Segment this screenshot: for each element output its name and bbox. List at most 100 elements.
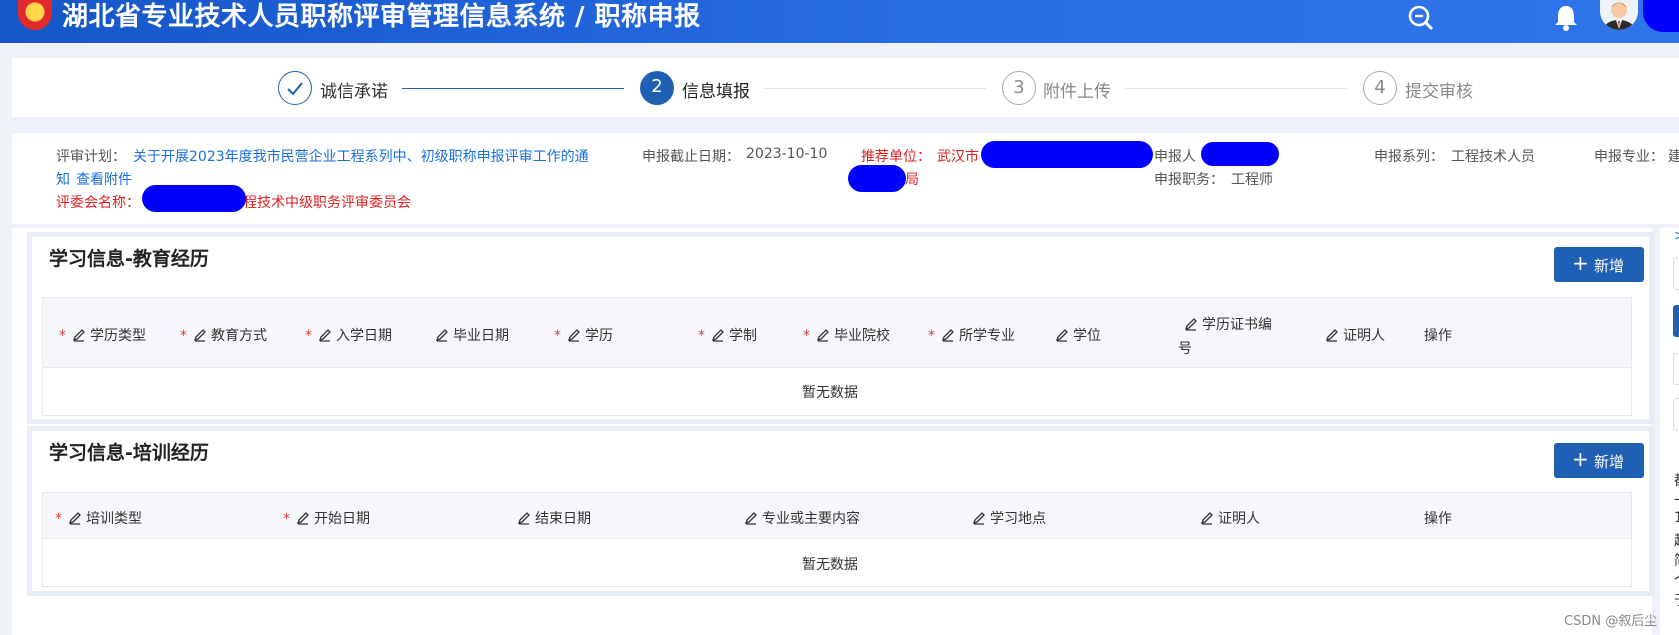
right-panel-text: 1 — [1674, 510, 1679, 526]
col-duration: * 学制 — [698, 328, 757, 344]
education-title: 学习信息-教育经历 — [49, 248, 209, 270]
edit-pen-icon — [816, 329, 829, 342]
edit-pen-icon — [318, 329, 331, 342]
right-panel-input[interactable] — [1673, 398, 1679, 430]
redacted-unit — [981, 141, 1153, 168]
plus-icon: + — [1572, 251, 1589, 275]
col-witness: 证明人 — [1194, 508, 1260, 528]
position-value: 工程师 — [1231, 172, 1273, 188]
committee-label: 评委会名称： — [56, 195, 140, 211]
view-attachment-link[interactable]: 查看附件 — [76, 169, 132, 189]
col-cert-no: 学历证书编 — [1178, 314, 1272, 334]
edit-pen-icon — [1055, 329, 1068, 342]
step-3-number: 3 — [1002, 71, 1036, 105]
col-degree: 学位 — [1049, 325, 1101, 345]
col-actions: 操作 — [1424, 511, 1452, 527]
application-info: 评审计划： 关于开展2023年度我市民营企业工程系列中、初级职称申报评审工作的通… — [12, 133, 1679, 224]
col-end-date: 结束日期 — [511, 508, 591, 528]
redacted-applicant — [1201, 142, 1279, 166]
redacted-unit-2 — [848, 165, 906, 192]
redacted-committee — [142, 185, 246, 212]
edit-pen-icon — [193, 329, 206, 342]
edit-pen-icon — [567, 329, 580, 342]
col-actions: 操作 — [1424, 328, 1452, 344]
step-4-label: 提交审核 — [1405, 82, 1473, 102]
education-table-header: * 学历类型 * 教育方式 * 入学日期 毕业日期 * 学历 * 学制 * 毕业院校 * 所学… — [42, 297, 1632, 368]
plan-label: 评审计划： — [56, 149, 126, 165]
edit-pen-icon — [68, 512, 81, 525]
right-side-panel: > 都 一 1 起 简 个 于 — [1660, 228, 1679, 635]
right-panel-text: 简 — [1674, 550, 1679, 570]
edit-pen-icon — [1184, 318, 1197, 331]
edit-pen-icon — [1325, 329, 1338, 342]
add-education-button[interactable]: + 新增 — [1554, 247, 1644, 282]
add-training-button[interactable]: + 新增 — [1554, 443, 1644, 478]
search-icon[interactable] — [1407, 4, 1435, 32]
plus-icon: + — [1572, 447, 1589, 471]
edit-pen-icon — [972, 512, 985, 525]
right-panel-button[interactable] — [1673, 305, 1679, 337]
edit-pen-icon — [296, 512, 309, 525]
recommend-value: 武汉市 — [937, 149, 979, 165]
plan-link-cont[interactable]: 知 — [56, 169, 70, 189]
deadline-value: 2023-10-10 — [746, 146, 828, 162]
col-train-type: * 培训类型 — [55, 511, 142, 527]
step-2-label: 信息填报 — [682, 82, 750, 102]
major-label: 申报专业： — [1594, 149, 1664, 165]
training-table-body: 暂无数据 — [42, 539, 1632, 587]
edit-pen-icon — [711, 329, 724, 342]
edit-pen-icon — [744, 512, 757, 525]
committee-value: 程技术中级职务评审委员会 — [243, 195, 411, 211]
step-1-label: 诚信承诺 — [320, 82, 388, 102]
edit-pen-icon — [435, 329, 448, 342]
deadline-label: 申报截止日期： — [642, 149, 740, 165]
col-edu-type: * 学历类型 — [59, 328, 146, 344]
step-connector-1 — [402, 88, 624, 89]
series-value: 工程技术人员 — [1451, 149, 1535, 165]
col-content: 专业或主要内容 — [738, 508, 860, 528]
col-school: * 毕业院校 — [803, 328, 890, 344]
right-panel-text: 于 — [1674, 590, 1679, 610]
right-panel-text: 个 — [1674, 570, 1679, 590]
applicant-label: 申报人 — [1154, 149, 1196, 165]
right-panel-input[interactable] — [1673, 353, 1679, 385]
recommend-label: 推荐单位： — [861, 149, 931, 165]
education-table-body: 暂无数据 — [42, 368, 1632, 416]
right-panel-arrow[interactable]: > — [1674, 228, 1679, 244]
col-start-date: * 开始日期 — [283, 511, 370, 527]
plan-link[interactable]: 关于开展2023年度我市民营企业工程系列中、初级职称申报评审工作的通 — [133, 146, 589, 166]
edit-pen-icon — [517, 512, 530, 525]
col-cert-no-cont: 号 — [1178, 341, 1192, 357]
col-grad-date: 毕业日期 — [429, 325, 509, 345]
step-3-label: 附件上传 — [1043, 82, 1111, 102]
edit-pen-icon — [72, 329, 85, 342]
recommend-value-cont: 局 — [905, 172, 919, 188]
redacted-user-name — [1643, 0, 1679, 32]
national-emblem-icon — [18, 0, 52, 30]
step-connector-2 — [764, 88, 986, 89]
bell-icon[interactable] — [1552, 4, 1580, 32]
training-table-header: * 培训类型 * 开始日期 结束日期 专业或主要内容 学习地点 证明人 操作 — [42, 492, 1632, 539]
right-panel-text: 起 — [1674, 530, 1679, 550]
col-enroll-date: * 入学日期 — [305, 328, 392, 344]
position-label: 申报职务： — [1154, 172, 1224, 188]
edit-pen-icon — [941, 329, 954, 342]
step-4-number: 4 — [1363, 71, 1397, 105]
col-major: * 所学专业 — [928, 328, 1015, 344]
avatar[interactable] — [1600, 0, 1638, 30]
progress-steps: 诚信承诺 2 信息填报 3 附件上传 4 提交审核 — [12, 58, 1679, 117]
step-2-number: 2 — [640, 71, 674, 105]
empty-text: 暂无数据 — [802, 557, 858, 573]
col-degree-level: * 学历 — [554, 328, 613, 344]
series-label: 申报系列： — [1374, 149, 1444, 165]
col-witness: 证明人 — [1319, 325, 1385, 345]
edit-pen-icon — [1200, 512, 1213, 525]
training-card: 学习信息-培训经历 + 新增 * 培训类型 * 开始日期 结束日期 专业或主要内容 … — [27, 426, 1654, 596]
watermark: CSDN @叙后尘 — [1564, 614, 1658, 629]
education-card: 学习信息-教育经历 + 新增 * 学历类型 * 教育方式 * 入学日期 毕业日期 * 学… — [27, 232, 1654, 424]
right-panel-text: 一 — [1674, 490, 1679, 510]
right-panel-text: 都 — [1674, 470, 1679, 490]
right-panel-input[interactable] — [1673, 258, 1679, 290]
col-location: 学习地点 — [966, 508, 1046, 528]
major-value: 建 — [1668, 149, 1679, 165]
